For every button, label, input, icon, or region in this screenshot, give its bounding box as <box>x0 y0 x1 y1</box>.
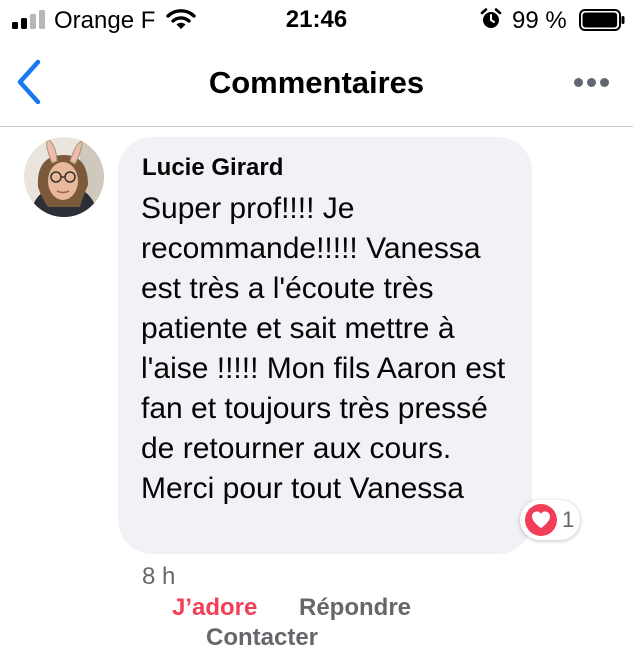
comment-time: 8 h <box>142 563 176 590</box>
comment-text: Super prof!!!! Je recommande!!!!! Vaness… <box>141 192 506 505</box>
love-button[interactable]: J’adore <box>172 594 257 622</box>
reaction-count: 1 <box>562 507 575 532</box>
page-title: Commentaires <box>208 65 425 100</box>
reply-button[interactable]: Répondre <box>299 594 411 622</box>
alarm-icon <box>480 8 502 28</box>
status-bar: Orange F 21:46 99 % <box>0 0 633 40</box>
heart-icon <box>525 504 557 536</box>
contact-button[interactable]: Contacter <box>206 624 318 646</box>
battery-percent: 99 % <box>512 7 567 34</box>
comment-bubble[interactable]: Lucie Girard Super prof!!!! Je recommand… <box>118 137 532 554</box>
more-icon <box>574 78 583 87</box>
comment-author[interactable]: Lucie Girard <box>142 154 283 182</box>
more-button[interactable] <box>570 68 614 96</box>
nav-bar: Commentaires <box>0 40 633 127</box>
battery-icon <box>579 9 625 31</box>
avatar-image <box>24 137 104 217</box>
avatar[interactable] <box>24 137 104 217</box>
reaction-summary[interactable]: 1 <box>520 500 580 540</box>
